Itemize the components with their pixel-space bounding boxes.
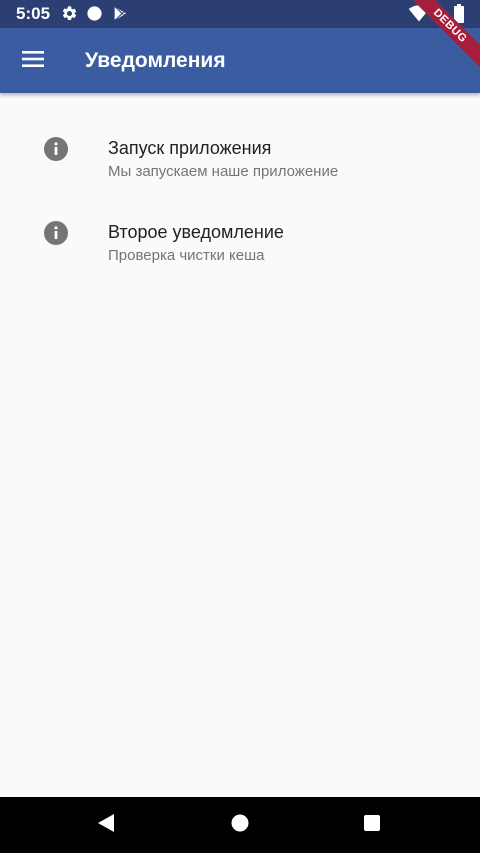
info-icon: [44, 137, 68, 161]
notification-subtitle: Мы запускаем наше приложение: [108, 163, 339, 180]
page-title: Уведомления: [85, 49, 226, 72]
info-icon: [44, 221, 68, 245]
battery-icon: [454, 4, 464, 28]
menu-button[interactable]: [14, 42, 52, 80]
back-button[interactable]: [94, 813, 118, 837]
notification-item[interactable]: Второе уведомление Проверка чистки кеша: [0, 191, 480, 275]
recents-icon: [362, 813, 382, 838]
status-time: 5:05: [16, 4, 51, 23]
recents-button[interactable]: [360, 813, 384, 837]
circle-icon: [86, 5, 103, 27]
hamburger-menu-icon: [21, 47, 45, 76]
app-bar: Уведомления: [0, 28, 480, 93]
notification-title: Запуск приложения: [108, 138, 272, 158]
system-nav-bar: [0, 797, 480, 853]
notification-title: Второе уведомление: [108, 222, 284, 242]
home-icon: [230, 813, 250, 838]
notification-subtitle: Проверка чистки кеша: [108, 247, 265, 264]
notification-item[interactable]: Запуск приложения Мы запускаем наше прил…: [0, 107, 480, 191]
status-bar: 5:05: [0, 0, 480, 28]
play-store-icon: [112, 5, 128, 27]
wifi-icon: [408, 4, 430, 27]
back-icon: [96, 813, 116, 838]
home-button[interactable]: [228, 813, 252, 837]
gear-icon: [61, 5, 78, 27]
